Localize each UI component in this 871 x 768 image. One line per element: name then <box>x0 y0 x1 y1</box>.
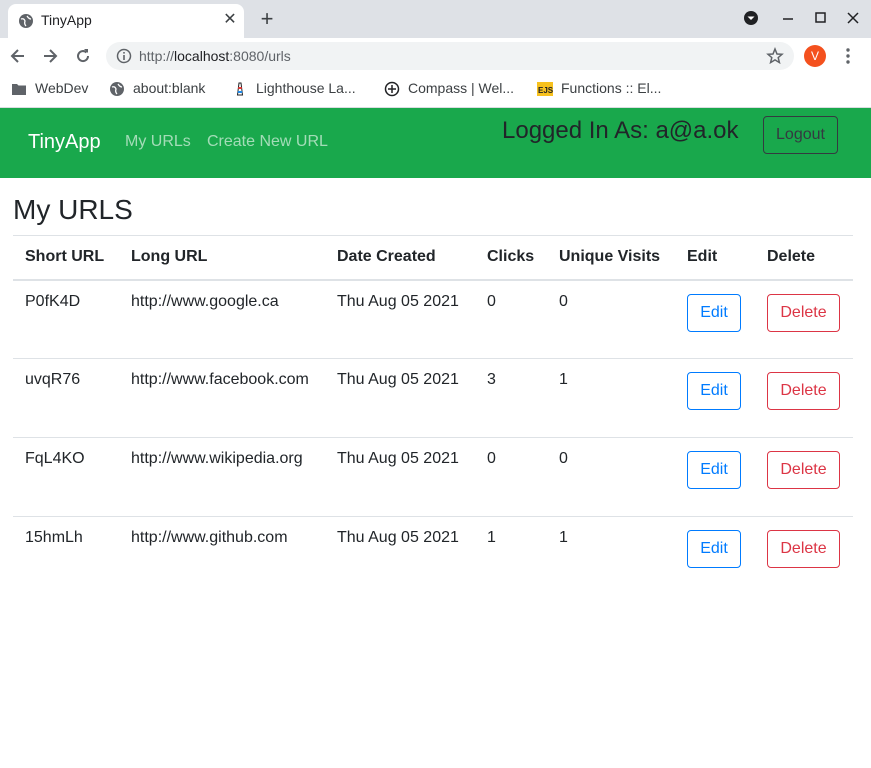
brand-link[interactable]: TinyApp <box>28 131 101 154</box>
cell-unique-visits: 1 <box>547 358 675 438</box>
column-header-clicks: Clicks <box>475 235 547 281</box>
cell-long-url: http://www.github.com <box>119 516 325 596</box>
cell-date-created: Thu Aug 05 2021 <box>325 437 475 517</box>
cell-edit: Edit <box>675 516 755 596</box>
cell-short-url: FqL4KO <box>13 437 119 517</box>
forward-icon[interactable] <box>40 46 60 66</box>
cell-unique-visits: 1 <box>547 516 675 596</box>
cell-date-created: Thu Aug 05 2021 <box>325 516 475 596</box>
column-header-unique-visits: Unique Visits <box>547 235 675 281</box>
cell-long-url: http://www.google.ca <box>131 292 279 310</box>
close-window-icon[interactable] <box>843 8 863 28</box>
delete-button[interactable]: Delete <box>767 293 840 332</box>
urls-table: Short URL Long URL Date Created Clicks U… <box>13 235 853 596</box>
column-header-short-url: Short URL <box>13 235 119 281</box>
logout-button[interactable]: Logout <box>763 116 838 154</box>
svg-text:EJS: EJS <box>538 86 553 95</box>
cell-clicks: 3 <box>475 358 547 438</box>
table-row: FqL4KO http://www.wikipedia.org Thu Aug … <box>13 437 853 517</box>
cell-delete: Delete <box>755 280 853 359</box>
cell-long-url: http://www.facebook.com <box>119 358 325 438</box>
cell-unique-visits: 0 <box>547 437 675 517</box>
folder-icon <box>12 84 26 95</box>
edit-button[interactable]: Edit <box>687 530 741 568</box>
page-title: My URLS <box>13 194 133 225</box>
table-row: uvqR76 http://www.facebook.com Thu Aug 0… <box>13 358 853 438</box>
ejs-icon: EJS <box>537 82 553 96</box>
cell-clicks: 0 <box>475 437 547 517</box>
bookmark-star-icon[interactable] <box>766 47 784 65</box>
cell-long-url: http://www.wikipedia.org <box>119 437 325 517</box>
reload-icon[interactable] <box>73 46 93 66</box>
bookmark-compass[interactable]: Compass | Wel... <box>408 80 514 100</box>
tab-close-icon[interactable]: ✕ <box>222 10 238 30</box>
delete-button[interactable]: Delete <box>767 451 840 489</box>
nav-link-my-urls[interactable]: My URLs <box>125 133 191 151</box>
site-info-icon[interactable] <box>116 48 132 64</box>
tab-search-icon[interactable] <box>741 8 761 28</box>
cell-unique-visits: 0 <box>559 292 568 310</box>
cell-delete: Delete <box>755 516 853 596</box>
tab-title: TinyApp <box>41 12 92 28</box>
cell-short-url: 15hmLh <box>13 516 119 596</box>
cell-date-created: Thu Aug 05 2021 <box>337 292 459 310</box>
menu-kebab-icon[interactable] <box>840 47 856 65</box>
bookmark-lighthouse[interactable]: Lighthouse La... <box>256 80 356 100</box>
globe-icon <box>110 82 124 96</box>
edit-button[interactable]: Edit <box>687 372 741 410</box>
bookmark-webdev[interactable]: WebDev <box>35 80 88 100</box>
cell-short-url: uvqR76 <box>13 358 119 438</box>
delete-button[interactable]: Delete <box>767 530 840 568</box>
edit-button[interactable]: Edit <box>687 293 741 332</box>
logged-in-status: Logged In As: a@a.ok <box>502 117 739 144</box>
table-header-row: Short URL Long URL Date Created Clicks U… <box>13 235 853 281</box>
table-body: P0fK4D http://www.google.ca Thu Aug 05 2… <box>13 280 853 596</box>
cell-clicks: 0 <box>487 292 496 310</box>
edit-button[interactable]: Edit <box>687 451 741 489</box>
column-header-edit: Edit <box>675 235 755 281</box>
url-host: localhost <box>174 48 230 64</box>
cell-edit: Edit <box>675 358 755 438</box>
bookmark-about-blank[interactable]: about:blank <box>133 80 205 100</box>
nav-link-create-new-url[interactable]: Create New URL <box>207 133 328 151</box>
cell-delete: Delete <box>755 437 853 517</box>
delete-button[interactable]: Delete <box>767 372 840 410</box>
maximize-icon[interactable] <box>811 8 831 28</box>
url-path: :8080/urls <box>229 48 291 64</box>
new-tab-icon[interactable]: + <box>256 8 278 30</box>
table-row: 15hmLh http://www.github.com Thu Aug 05 … <box>13 516 853 596</box>
column-header-date-created: Date Created <box>325 235 475 281</box>
cell-delete: Delete <box>755 358 853 438</box>
cell-short-url: P0fK4D <box>25 292 81 310</box>
address-url[interactable]: http://localhost:8080/urls <box>139 48 291 64</box>
cell-date-created: Thu Aug 05 2021 <box>325 358 475 438</box>
cell-edit: Edit <box>675 437 755 517</box>
url-scheme: http:// <box>139 48 175 64</box>
column-header-long-url: Long URL <box>119 235 325 281</box>
profile-avatar[interactable]: V <box>804 45 826 67</box>
column-header-delete: Delete <box>755 235 853 281</box>
back-icon[interactable] <box>8 46 28 66</box>
table-row: P0fK4D http://www.google.ca Thu Aug 05 2… <box>13 280 853 359</box>
compass-icon <box>384 81 400 97</box>
lighthouse-icon <box>236 82 244 96</box>
table-header: Short URL Long URL Date Created Clicks U… <box>13 235 853 281</box>
minimize-icon[interactable] <box>778 8 798 28</box>
bookmark-functions[interactable]: Functions :: El... <box>561 80 661 100</box>
browser-tab[interactable]: TinyApp ✕ <box>8 4 244 38</box>
cell-edit: Edit <box>675 280 755 359</box>
globe-icon <box>19 14 33 28</box>
cell-clicks: 1 <box>475 516 547 596</box>
